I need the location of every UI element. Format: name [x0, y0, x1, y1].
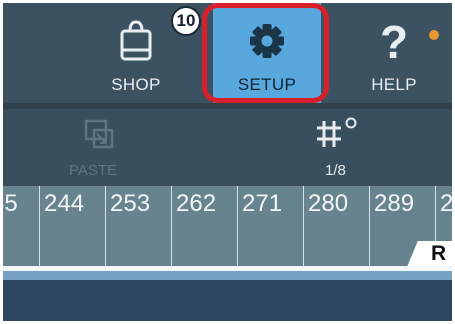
ruler-tick: 271	[242, 190, 283, 217]
question-mark-icon: ?	[379, 16, 409, 68]
shop-label: SHOP	[111, 75, 161, 94]
ruler-tick: 289	[374, 190, 415, 217]
ruler-tick: 2	[440, 190, 452, 217]
region-marker-label: R	[431, 242, 447, 265]
ruler-cell: 253	[105, 186, 171, 266]
shop-button[interactable]: SHOP	[101, 3, 171, 103]
ruler-tick: 35	[3, 190, 18, 217]
help-button[interactable]: ? HELP	[355, 3, 433, 103]
edit-toolbar: PASTE 1/8	[3, 109, 452, 189]
track-lane[interactable]	[3, 280, 452, 321]
paste-button[interactable]: PASTE	[59, 109, 139, 187]
grid-snap-icon	[317, 117, 357, 147]
ruler-tick: 280	[308, 190, 349, 217]
ruler-tick: 244	[44, 190, 85, 217]
shopping-bag-icon	[120, 20, 152, 61]
app-frame: SHOP 10 SETUP ? HELP PASTE 1/8 5 244 253…	[3, 3, 452, 321]
top-toolbar: SHOP 10 SETUP ? HELP	[3, 3, 452, 103]
timeline-ruler[interactable]: 35 244 253 262 271 280 289 2	[3, 186, 452, 266]
grid-snap-button[interactable]: 1/8	[303, 109, 393, 187]
track-header-strip	[3, 271, 452, 280]
ruler-tick: 253	[110, 190, 151, 217]
ruler-cell: 35	[3, 186, 39, 266]
paste-icon	[84, 119, 114, 149]
ruler-cell: 244	[39, 186, 105, 266]
ruler-tick: 262	[176, 190, 217, 217]
grid-value: 1/8	[325, 162, 346, 179]
ruler-cell: 271	[237, 186, 303, 266]
help-label: HELP	[371, 75, 417, 94]
shop-notification-badge: 10	[171, 6, 201, 36]
help-notification-dot	[429, 30, 439, 40]
paste-label: PASTE	[69, 162, 118, 179]
ruler-cell: 280	[303, 186, 369, 266]
setup-highlight-outline	[202, 3, 329, 103]
ruler-cell: 262	[171, 186, 237, 266]
